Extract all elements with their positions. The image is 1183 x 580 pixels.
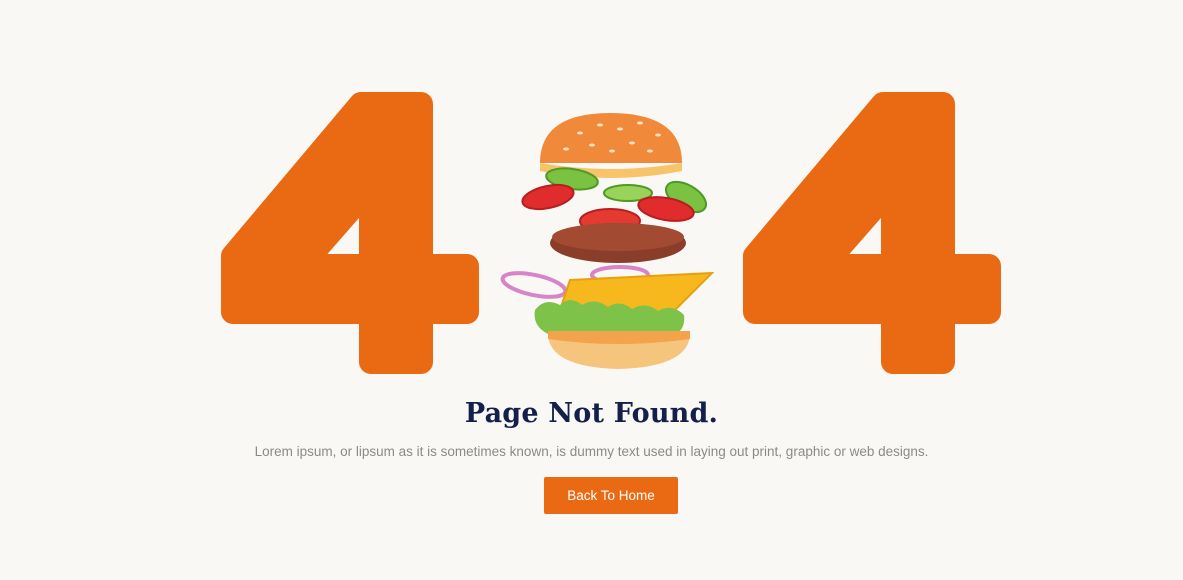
back-to-home-button[interactable]: Back To Home xyxy=(544,477,678,514)
error-page: 4 xyxy=(0,0,1183,580)
digit-four-right: 4 xyxy=(743,92,1001,374)
burger-illustration xyxy=(500,113,715,369)
error-code-graphic: 4 xyxy=(0,0,1183,390)
digit-four-left: 4 xyxy=(221,92,479,374)
page-description: Lorem ipsum, or lipsum as it is sometime… xyxy=(254,444,929,459)
page-title: Page Not Found. xyxy=(464,398,719,429)
